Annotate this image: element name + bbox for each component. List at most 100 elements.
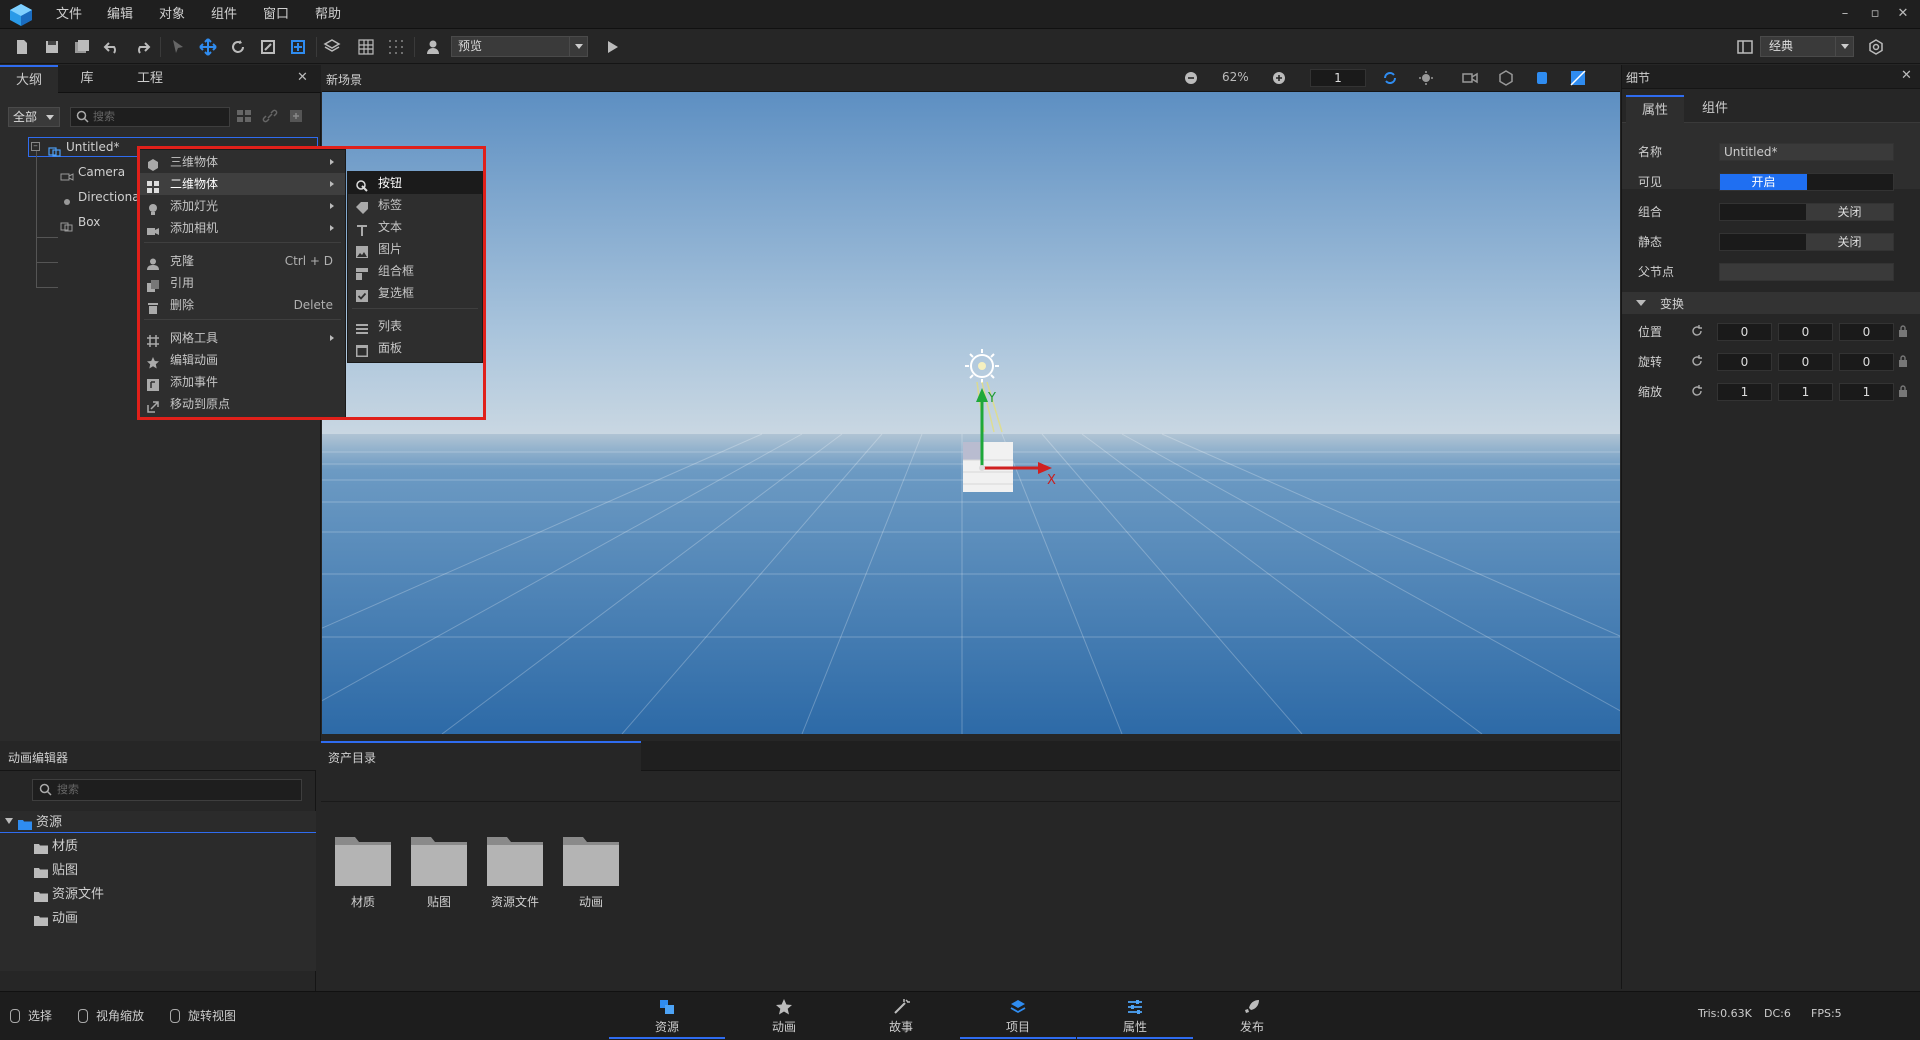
tab-components[interactable]: 组件 bbox=[1686, 95, 1744, 123]
reset-scale-icon[interactable] bbox=[1690, 384, 1704, 401]
link-icon[interactable] bbox=[262, 108, 278, 127]
close-panel-icon[interactable]: ✕ bbox=[1901, 68, 1912, 83]
scale-tool-icon[interactable] bbox=[256, 35, 280, 59]
close-icon[interactable]: ✕ bbox=[1894, 4, 1912, 24]
menu-component[interactable]: 组件 bbox=[211, 0, 237, 29]
menu-edit[interactable]: 编辑 bbox=[107, 0, 133, 29]
animation-editor-panel: 动画编辑器 搜索 资源 材质 贴图 资源文件 动画 bbox=[0, 741, 316, 991]
name-field[interactable]: Untitled* bbox=[1719, 143, 1894, 161]
mode-zoom-view[interactable]: 视角缩放 bbox=[78, 1006, 144, 1026]
settings-icon[interactable] bbox=[1864, 35, 1888, 59]
close-panel-icon[interactable]: ✕ bbox=[297, 70, 308, 85]
scale-y-field[interactable]: 1 bbox=[1778, 383, 1833, 401]
transform-section-header[interactable]: 变换 bbox=[1622, 292, 1920, 314]
menu-file[interactable]: 文件 bbox=[56, 0, 82, 29]
user-preview-icon[interactable] bbox=[421, 35, 445, 59]
static-toggle[interactable]: 关闭 bbox=[1719, 233, 1894, 251]
rotate-tool-icon[interactable] bbox=[226, 35, 250, 59]
transform-tool-icon[interactable] bbox=[286, 35, 310, 59]
expand-icon[interactable] bbox=[288, 108, 304, 127]
nav-project[interactable]: 项目 bbox=[960, 992, 1076, 1039]
tree-item-directional[interactable]: Directional bbox=[60, 187, 143, 207]
zoom-in-icon[interactable] bbox=[1272, 71, 1286, 88]
animation-search-input[interactable]: 搜索 bbox=[32, 779, 302, 801]
save-icon[interactable] bbox=[40, 35, 64, 59]
filter-tree-icon[interactable] bbox=[236, 108, 252, 127]
tree-item-materials[interactable]: 材质 bbox=[34, 837, 78, 857]
outline-search-input[interactable]: 搜索 bbox=[70, 107, 230, 127]
restore-icon[interactable]: ▫ bbox=[1866, 4, 1884, 24]
new-file-icon[interactable] bbox=[10, 35, 34, 59]
camera-view-icon[interactable] bbox=[1462, 70, 1478, 89]
play-icon[interactable] bbox=[600, 35, 624, 59]
tree-item-resource-files[interactable]: 资源文件 bbox=[34, 885, 104, 905]
zoom-out-icon[interactable] bbox=[1184, 71, 1198, 88]
menu-window[interactable]: 窗口 bbox=[263, 0, 289, 29]
tree-item-box[interactable]: Box bbox=[60, 212, 100, 232]
tab-library[interactable]: 库 bbox=[58, 65, 116, 93]
folder-resource-files[interactable] bbox=[485, 831, 545, 887]
gizmo-toggle-icon[interactable] bbox=[1382, 70, 1398, 89]
menu-object[interactable]: 对象 bbox=[159, 0, 185, 29]
dot-grid-icon[interactable] bbox=[384, 35, 408, 59]
parent-field[interactable] bbox=[1719, 263, 1894, 281]
light-toggle-icon[interactable] bbox=[1418, 70, 1434, 89]
position-y-field[interactable]: 0 bbox=[1778, 323, 1833, 341]
mode-rotate-view[interactable]: 旋转视图 bbox=[170, 1006, 236, 1026]
render-mode-icon[interactable] bbox=[1534, 70, 1550, 89]
folder-materials[interactable] bbox=[333, 831, 393, 887]
position-x-field[interactable]: 0 bbox=[1717, 323, 1772, 341]
tab-asset-directory[interactable]: 资产目录 bbox=[321, 741, 641, 771]
move-tool-icon[interactable] bbox=[196, 35, 220, 59]
chevron-down-icon[interactable] bbox=[5, 818, 13, 824]
layout-select[interactable]: 经典 bbox=[1760, 36, 1854, 57]
grid-icon[interactable] bbox=[354, 35, 378, 59]
minimize-icon[interactable]: – bbox=[1836, 4, 1854, 24]
nav-animation[interactable]: 动画 bbox=[726, 992, 842, 1039]
nav-story[interactable]: 故事 bbox=[843, 992, 959, 1039]
scale-z-field[interactable]: 1 bbox=[1839, 383, 1894, 401]
lock-icon[interactable] bbox=[1898, 385, 1908, 400]
layer-field[interactable]: 1 bbox=[1310, 69, 1366, 87]
folder-textures[interactable] bbox=[409, 831, 469, 887]
tree-item-resources[interactable]: 资源 bbox=[18, 813, 62, 833]
reset-position-icon[interactable] bbox=[1690, 324, 1704, 341]
lock-icon[interactable] bbox=[1898, 355, 1908, 370]
rotation-x-field[interactable]: 0 bbox=[1717, 353, 1772, 371]
menu-help[interactable]: 帮助 bbox=[315, 0, 341, 29]
tab-properties[interactable]: 属性 bbox=[1626, 95, 1684, 123]
select-cursor-icon[interactable] bbox=[166, 35, 190, 59]
collapse-icon[interactable]: – bbox=[31, 142, 40, 151]
rotation-z-field[interactable]: 0 bbox=[1839, 353, 1894, 371]
tab-project[interactable]: 工程 bbox=[120, 65, 180, 93]
nav-properties[interactable]: 属性 bbox=[1077, 992, 1193, 1039]
position-z-field[interactable]: 0 bbox=[1839, 323, 1894, 341]
reset-rotation-icon[interactable] bbox=[1690, 354, 1704, 371]
cube-view-icon[interactable] bbox=[1498, 70, 1514, 89]
nav-label: 故事 bbox=[888, 1020, 913, 1034]
redo-icon[interactable] bbox=[130, 35, 154, 59]
preview-select[interactable]: 预览 bbox=[451, 36, 588, 57]
outline-filter-select[interactable]: 全部 bbox=[8, 107, 60, 127]
scale-x-field[interactable]: 1 bbox=[1717, 383, 1772, 401]
tree-item-camera[interactable]: Camera bbox=[60, 162, 125, 182]
folder-icon bbox=[34, 841, 48, 854]
tab-outline[interactable]: 大纲 bbox=[0, 65, 58, 93]
folder-animations[interactable] bbox=[561, 831, 621, 887]
save-all-icon[interactable] bbox=[70, 35, 94, 59]
undo-icon[interactable] bbox=[100, 35, 124, 59]
rotation-y-field[interactable]: 0 bbox=[1778, 353, 1833, 371]
lock-icon[interactable] bbox=[1898, 325, 1908, 340]
tree-item-textures[interactable]: 贴图 bbox=[34, 861, 78, 881]
layout-icon[interactable] bbox=[1733, 35, 1757, 59]
scene-viewport[interactable]: Y X bbox=[322, 92, 1620, 734]
group-toggle[interactable]: 关闭 bbox=[1719, 203, 1894, 221]
tree-item-untitled[interactable]: Untitled* bbox=[48, 137, 119, 157]
shading-icon[interactable] bbox=[1570, 70, 1586, 89]
nav-resources[interactable]: 资源 bbox=[609, 992, 725, 1039]
visible-toggle[interactable]: 开启 bbox=[1719, 173, 1894, 191]
nav-publish[interactable]: 发布 bbox=[1194, 992, 1310, 1039]
tree-item-animations[interactable]: 动画 bbox=[34, 909, 78, 929]
mode-select[interactable]: 选择 bbox=[10, 1006, 52, 1026]
snap-icon[interactable] bbox=[320, 35, 344, 59]
